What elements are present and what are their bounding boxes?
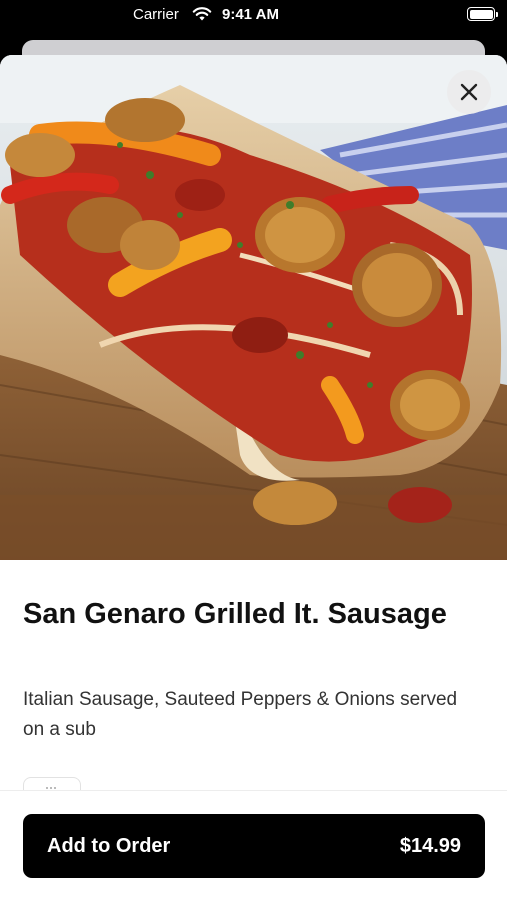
item-detail-sheet: San Genaro Grilled It. Sausage Italian S… xyxy=(0,55,507,900)
add-to-order-button[interactable]: Add to Order $14.99 xyxy=(23,814,485,878)
clock: 9:41 AM xyxy=(222,6,279,23)
item-description: Italian Sausage, Sauteed Peppers & Onion… xyxy=(23,689,458,740)
battery-icon xyxy=(467,7,498,21)
item-title: San Genaro Grilled It. Sausage xyxy=(23,598,447,630)
item-photo xyxy=(0,55,507,560)
close-button[interactable] xyxy=(447,70,491,114)
add-to-order-label: Add to Order xyxy=(47,834,171,857)
order-price: $14.99 xyxy=(399,834,461,857)
food-photo-illustration xyxy=(0,55,507,560)
wifi-icon xyxy=(192,7,212,21)
order-footer: Add to Order $14.99 xyxy=(0,790,507,900)
carrier-label: Carrier xyxy=(133,6,179,23)
status-bar: Carrier 9:41 AM xyxy=(0,0,507,34)
close-icon xyxy=(460,83,478,101)
